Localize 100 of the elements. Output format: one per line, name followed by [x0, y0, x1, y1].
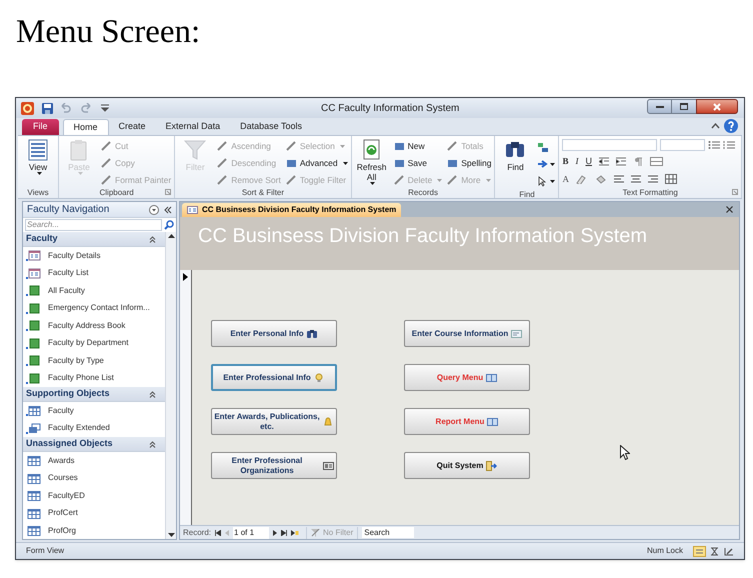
nav-item[interactable]: ProfOrg — [23, 522, 165, 539]
menu-button[interactable]: Enter Course Information — [404, 320, 530, 347]
book-icon — [486, 372, 498, 382]
ribbon-button[interactable]: View — [21, 139, 55, 175]
group-header[interactable]: Supporting Objects — [23, 387, 165, 402]
dropdown-arrow-icon — [370, 182, 376, 185]
align-left-icon — [614, 174, 624, 184]
format-button[interactable]: B — [562, 155, 568, 168]
scrollbar[interactable] — [165, 232, 176, 539]
record-position-field[interactable]: 1 of 1 — [233, 526, 270, 538]
dropdown-circle-icon — [149, 204, 159, 214]
layout-view-icon[interactable] — [710, 546, 719, 556]
minimize-button[interactable] — [647, 99, 672, 114]
view-icon — [27, 139, 49, 161]
group-header[interactable]: Unassigned Objects — [23, 437, 165, 452]
maximize-button[interactable] — [672, 99, 696, 114]
menu-button[interactable]: Enter Professional Info — [211, 364, 337, 391]
group-label: Records — [408, 188, 438, 197]
mouse-cursor-icon — [620, 445, 630, 460]
menu-button[interactable]: Query Menu — [404, 364, 530, 391]
record-selector[interactable] — [180, 270, 192, 525]
previous-record-icon — [225, 530, 230, 536]
ribbon-button[interactable]: Find — [498, 139, 532, 172]
nav-item[interactable]: Faculty Phone List — [23, 370, 165, 387]
format-button[interactable]: I — [575, 155, 578, 168]
menu-button[interactable]: Report Menu — [404, 408, 530, 435]
ribbon-tab[interactable]: External Data — [156, 119, 230, 135]
nav-item[interactable]: All Faculty — [23, 282, 165, 300]
search-field[interactable]: Search... — [25, 219, 162, 231]
table-icon — [26, 455, 41, 466]
report-icon — [26, 285, 41, 296]
page-heading: Menu Screen: — [16, 13, 200, 52]
last-record-icon — [281, 530, 288, 536]
help-icon[interactable] — [724, 119, 738, 133]
font-name-field[interactable] — [562, 139, 658, 151]
design-view-icon[interactable] — [724, 546, 734, 556]
collapse-pane-icon[interactable] — [164, 206, 172, 214]
gridlines-icon — [650, 157, 664, 166]
nav-item[interactable]: Emergency Contact Inform... — [23, 300, 165, 317]
search-field[interactable]: Search — [362, 527, 414, 538]
nav-item[interactable]: Awards — [23, 452, 165, 470]
ribbon-button[interactable]: Save — [394, 157, 442, 169]
record-label: Record: — [183, 526, 212, 538]
pane-title: Faculty Navigation — [27, 203, 110, 217]
nav-item[interactable]: Faculty Address Book — [23, 317, 165, 334]
group-label: Clipboard — [99, 188, 134, 197]
group-header[interactable]: Faculty — [23, 232, 165, 247]
app-logo-icon — [21, 102, 34, 114]
bell-icon — [323, 416, 334, 426]
menu-button[interactable]: Enter Personal Info — [211, 320, 337, 347]
form-icon — [26, 268, 41, 279]
status-text: Form View — [26, 545, 66, 557]
align-right-icon — [648, 174, 658, 184]
filter-icon — [184, 139, 206, 161]
nav-item[interactable]: ProfCert — [23, 504, 165, 522]
form-icon — [187, 206, 198, 214]
filter-off-icon — [311, 528, 320, 536]
close-icon — [713, 102, 721, 110]
nav-item[interactable]: Faculty List — [23, 264, 165, 282]
font-color-button[interactable]: A — [562, 172, 569, 186]
fill-color-icon — [594, 174, 607, 184]
ribbon-tab[interactable]: Create — [108, 119, 156, 135]
ribbon-tab[interactable]: Database Tools — [230, 119, 312, 135]
nav-item[interactable]: Faculty by Type — [23, 352, 165, 370]
file-tab[interactable]: File — [22, 119, 59, 135]
first-record-icon — [215, 530, 222, 536]
nav-item[interactable]: Faculty by Department — [23, 334, 165, 352]
customize-toolbar-icon[interactable] — [101, 104, 109, 112]
nav-item[interactable]: Faculty Details — [23, 247, 165, 264]
save-icon[interactable] — [42, 102, 53, 114]
report-icon — [26, 372, 41, 384]
nav-item[interactable]: Courses — [23, 470, 165, 487]
paragraph-icon — [632, 157, 643, 166]
document-tab[interactable]: CC Businsess Division Faculty Information System — [182, 203, 402, 217]
menu-button[interactable]: Enter Awards, Publications, etc. — [211, 408, 337, 435]
menu-button[interactable]: Enter Professional Organizations — [211, 452, 337, 479]
ribbon-button[interactable] — [537, 174, 556, 188]
numbering-icon — [723, 140, 736, 150]
font-size-field[interactable] — [660, 139, 706, 151]
align-center-icon — [630, 174, 641, 184]
menu-button[interactable]: Quit System — [404, 452, 530, 479]
close-icon[interactable] — [726, 206, 733, 213]
id-card-icon — [323, 460, 334, 470]
scroll-up-icon — [168, 234, 174, 238]
window-title: CC Faculty Information System — [321, 102, 460, 116]
dropdown-arrow-icon — [437, 178, 442, 182]
group-label: Sort & Filter — [242, 188, 284, 197]
format-button[interactable]: U — [585, 155, 592, 168]
ribbon-button[interactable]: Advanced — [286, 157, 348, 169]
minimize-ribbon-icon[interactable] — [711, 123, 720, 129]
form-view-icon[interactable] — [693, 546, 706, 556]
nav-item[interactable]: Faculty Extended — [23, 420, 165, 437]
group-label: Find — [519, 190, 535, 199]
nav-item[interactable]: FacultyED — [23, 487, 165, 504]
ribbon-button[interactable]: New — [394, 140, 442, 152]
ribbon-tab[interactable]: Home — [62, 119, 109, 135]
ribbon-button[interactable]: Refresh All — [354, 139, 389, 185]
ribbon-button[interactable]: Spelling — [447, 157, 492, 169]
close-button[interactable] — [696, 99, 738, 114]
nav-item[interactable]: Faculty — [23, 402, 165, 420]
